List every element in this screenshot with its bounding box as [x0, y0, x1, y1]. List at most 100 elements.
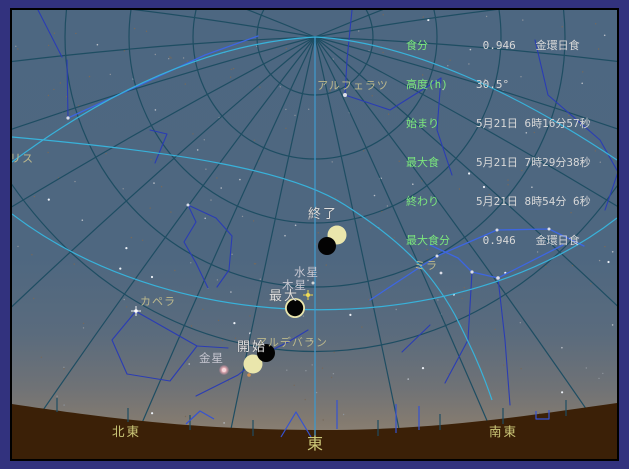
background-star [600, 162, 601, 163]
background-star [383, 14, 384, 15]
info-label: 始まり [406, 117, 476, 130]
background-star [590, 283, 591, 284]
background-star [422, 367, 424, 369]
info-value: 0.946 金環日食 [476, 39, 580, 52]
info-label: 食分 [406, 39, 476, 52]
venus-core [222, 368, 226, 372]
background-star [259, 87, 260, 88]
background-star [333, 373, 334, 374]
background-star [323, 419, 324, 420]
background-star [142, 240, 143, 241]
background-star [309, 271, 310, 272]
background-star [305, 370, 306, 371]
background-star [253, 220, 254, 221]
info-value: 30.5° [476, 78, 509, 91]
background-star [230, 77, 231, 78]
background-star [97, 44, 99, 46]
background-star [602, 373, 603, 374]
background-star [54, 33, 55, 34]
background-star [607, 261, 609, 263]
background-star [399, 161, 400, 162]
background-star [448, 373, 449, 374]
background-star [343, 414, 344, 415]
background-star [110, 74, 111, 75]
background-star [216, 177, 217, 178]
background-star [595, 23, 596, 24]
background-star [307, 280, 309, 282]
background-star [185, 416, 186, 417]
background-star [223, 422, 225, 424]
background-star [254, 140, 255, 141]
background-star [204, 218, 206, 220]
background-star [47, 152, 48, 153]
background-star [217, 279, 218, 280]
background-star [294, 115, 295, 116]
background-star [15, 46, 16, 47]
background-star [222, 340, 223, 341]
background-star [233, 68, 234, 69]
background-star [48, 95, 49, 96]
info-value: 5月21日 7時29分38秒 [476, 156, 591, 169]
background-star [33, 298, 34, 299]
moon-disc-start [257, 344, 275, 362]
background-star [150, 159, 151, 160]
eclipse-info-panel: 食分 0.946 金環日食 高度(h)30.5° 始まり5月21日 6時16分5… [406, 13, 591, 273]
background-star [331, 377, 332, 378]
background-star [41, 357, 42, 358]
background-star [134, 28, 135, 29]
background-star [407, 378, 409, 380]
info-row-magnitude: 食分 0.946 金環日食 [406, 39, 591, 52]
background-star [126, 306, 127, 307]
info-label: 高度(h) [406, 78, 476, 91]
background-star [151, 276, 153, 278]
eclipse-max-marker[interactable] [285, 298, 305, 318]
background-star [308, 109, 309, 110]
background-star [123, 188, 124, 189]
background-star [285, 109, 286, 110]
background-star [310, 339, 312, 341]
background-star [520, 322, 521, 323]
background-star [174, 270, 175, 271]
background-star [358, 30, 359, 31]
background-star [363, 150, 364, 151]
background-star [242, 216, 243, 217]
background-star [210, 199, 211, 200]
background-star [370, 227, 371, 228]
background-star [604, 246, 605, 247]
background-star [305, 399, 306, 400]
background-star [220, 187, 222, 189]
background-star [166, 297, 167, 298]
info-label: 最大食 [406, 156, 476, 169]
info-row-altitude: 高度(h)30.5° [406, 78, 591, 91]
background-star [17, 246, 18, 247]
background-star [56, 396, 57, 397]
background-star [168, 58, 169, 59]
background-star [146, 31, 147, 32]
background-star [231, 254, 232, 255]
background-star [372, 95, 373, 96]
background-star [82, 219, 84, 221]
background-star [381, 48, 382, 49]
background-star [17, 48, 18, 49]
sky-view-window[interactable]: 食分 0.946 金環日食 高度(h)30.5° 始まり5月21日 6時16分5… [10, 8, 619, 461]
background-star [334, 352, 335, 353]
background-star [308, 219, 309, 220]
background-star [286, 48, 287, 49]
background-star [318, 232, 319, 233]
planetarium-app: { "info_panel": { "rows": [ {"label": "食… [0, 0, 629, 469]
background-star [202, 309, 203, 310]
background-star [66, 96, 67, 97]
background-star [119, 268, 121, 270]
background-star [312, 364, 313, 365]
mercury-marker[interactable] [312, 282, 315, 285]
background-star [231, 69, 232, 70]
aldebaran-star [247, 373, 251, 377]
moon-disc-max [287, 300, 303, 316]
background-star [169, 56, 170, 57]
background-star [595, 150, 596, 151]
info-row-start-time: 始まり5月21日 6時16分57秒 [406, 117, 591, 130]
background-star [361, 326, 362, 327]
background-star [599, 260, 600, 261]
background-star [349, 314, 351, 316]
background-star [612, 251, 614, 253]
